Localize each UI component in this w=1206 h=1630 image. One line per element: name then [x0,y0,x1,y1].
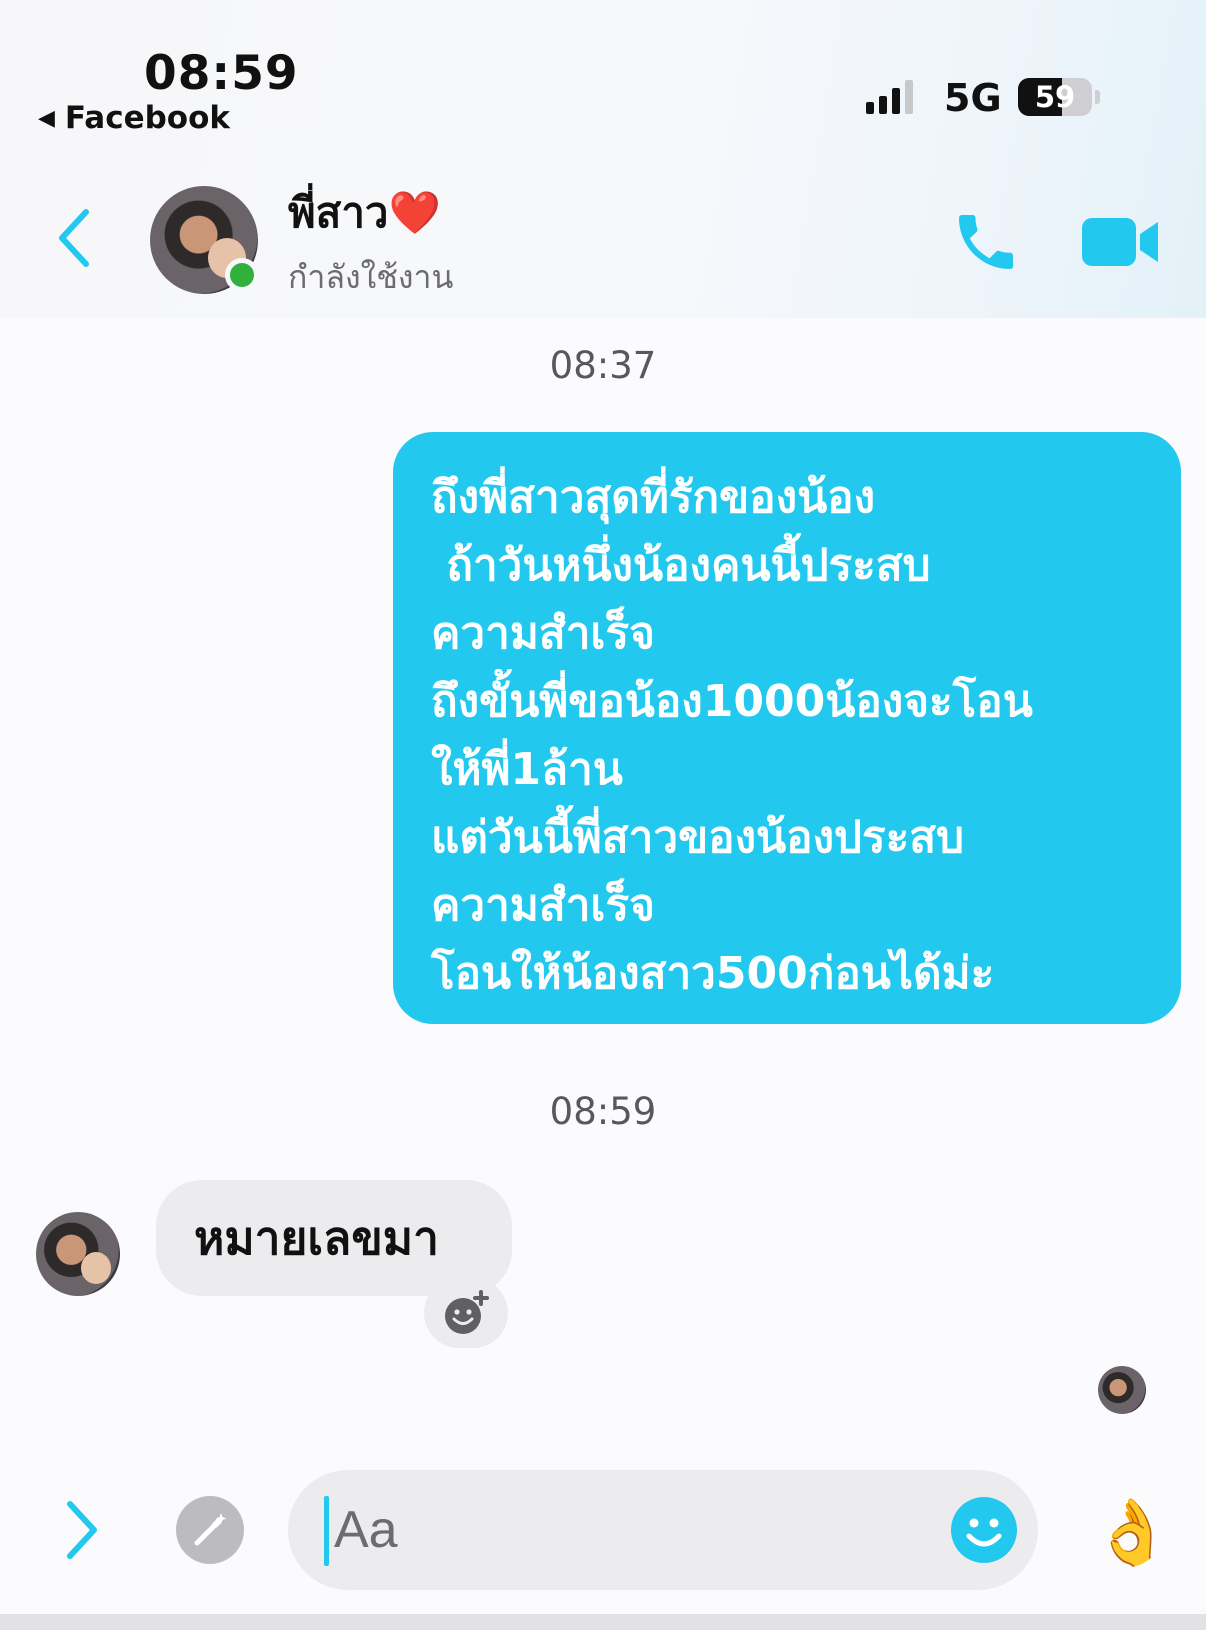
avatar-child-face [81,1252,111,1284]
online-status-dot [225,258,259,292]
video-camera-icon[interactable] [1080,214,1160,270]
message-line: ความสำเร็จ [431,880,655,931]
text-caret [324,1496,329,1566]
incoming-message-text: หมายเลขมา [194,1210,439,1265]
messenger-chat-screen: 08:59 ◀ Facebook 5G 59 พี่สาว❤️ กำลังใช้… [0,0,1206,1630]
home-indicator-strip [0,1614,1206,1630]
network-type: 5G [944,76,1002,120]
outgoing-message-bubble[interactable]: ถึงพี่สาวสุดที่รักของน้อง ถ้าวันหนึ่งน้อ… [393,432,1181,1024]
magic-pen-icon [194,1513,227,1546]
sender-avatar[interactable] [36,1212,120,1296]
status-time: 08:59 [144,46,299,101]
magic-pen-button[interactable] [176,1496,244,1564]
message-line: ให้พี่1ล้าน [431,744,623,795]
quick-reaction-ok-hand-icon[interactable]: 👌 [1090,1488,1174,1578]
message-line: ถึงพี่สาวสุดที่รักของน้อง [431,472,876,523]
message-line: ความสำเร็จ [431,608,655,659]
battery-percent: 59 [1034,80,1076,114]
back-to-app-link[interactable]: ◀ Facebook [38,100,230,136]
battery-icon: 59 [1018,78,1092,116]
message-composer[interactable] [288,1470,1038,1590]
add-reaction-icon [445,1290,489,1334]
battery-cap [1095,90,1100,104]
phone-icon[interactable] [950,206,1022,278]
message-line: ถ้าวันหนึ่งน้องคนนี้ประสบ [431,540,931,591]
seen-indicator-avatar [1098,1366,1146,1414]
message-input[interactable] [334,1490,894,1570]
emoji-icon[interactable] [950,1496,1018,1564]
message-line: โอนให้น้องสาว500ก่อนได้ม่ะ [431,948,995,999]
back-chevron-icon[interactable] [52,206,96,270]
message-timestamp: 08:37 [549,344,657,387]
message-line: แต่วันนี้พี่สาวของน้องประสบ [431,812,965,863]
message-line: ถึงขั้นพี่ขอน้อง1000น้องจะโอน [431,676,1033,727]
back-app-label: Facebook [64,100,231,136]
add-reaction-button[interactable] [424,1278,508,1348]
contact-active-status: กำลังใช้งาน [288,258,454,296]
message-timestamp: 08:59 [549,1090,657,1133]
back-triangle-icon: ◀ [38,105,55,131]
contact-name[interactable]: พี่สาว❤️ [288,180,441,246]
expand-chevron-icon[interactable] [60,1498,104,1562]
signal-strength-icon [866,78,913,114]
